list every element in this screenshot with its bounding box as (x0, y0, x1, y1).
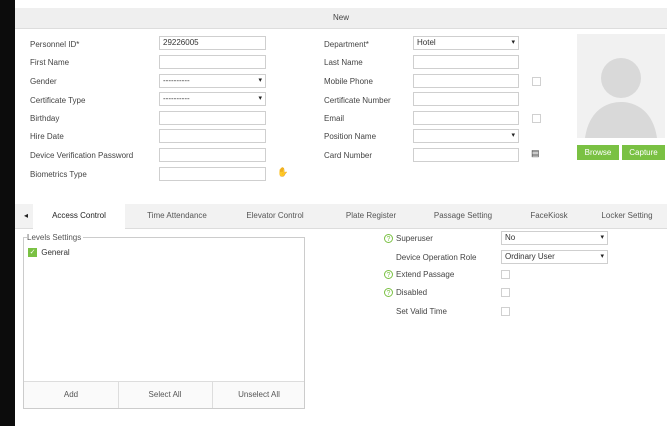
position-name-label: Position Name (324, 132, 377, 141)
tab-bar: ◂ Access Control Time Attendance Elevato… (15, 204, 667, 230)
chevron-down-icon: ▾ (600, 234, 604, 241)
capture-button[interactable]: Capture (622, 145, 665, 160)
levels-footer: Add Select All Unselect All (24, 381, 304, 408)
certificate-type-label: Certificate Type (30, 96, 86, 105)
device-operation-role-select[interactable]: Ordinary User ▾ (501, 250, 608, 264)
superuser-value: No (505, 233, 516, 242)
tab-scroll-left-icon[interactable]: ◂ (19, 204, 33, 228)
levels-settings-title: Levels Settings (27, 233, 84, 242)
position-name-select[interactable]: ▾ (413, 129, 519, 143)
mobile-phone-checkbox[interactable] (532, 77, 541, 86)
unselect-all-button[interactable]: Unselect All (212, 382, 306, 408)
tab-access-control[interactable]: Access Control (33, 204, 125, 230)
superuser-label: Superuser (396, 234, 433, 243)
last-name-input[interactable] (413, 55, 519, 69)
superuser-row-label: ? Superuser (384, 234, 433, 244)
level-item-general[interactable]: ✓ General (28, 248, 70, 258)
certificate-type-select[interactable]: ---------- ▾ (159, 92, 266, 106)
browse-button[interactable]: Browse (577, 145, 619, 160)
device-password-label: Device Verification Password (30, 151, 134, 160)
tab-time-attendance[interactable]: Time Attendance (129, 204, 225, 228)
extend-passage-checkbox[interactable] (501, 270, 510, 279)
disabled-row-label: ? Disabled (384, 288, 428, 298)
email-checkbox[interactable] (532, 114, 541, 123)
certificate-number-input[interactable] (413, 92, 519, 106)
card-number-input[interactable] (413, 148, 519, 162)
chevron-down-icon: ▾ (258, 77, 262, 84)
email-label: Email (324, 114, 345, 123)
levels-settings-panel: Levels Settings ✓ General Add Select All… (23, 233, 305, 409)
device-operation-role-value: Ordinary User (505, 252, 555, 261)
biometrics-type-label: Biometrics Type (30, 170, 87, 179)
hire-date-label: Hire Date (30, 132, 64, 141)
tab-elevator-control[interactable]: Elevator Control (227, 204, 323, 228)
extend-passage-row-label: ? Extend Passage (384, 270, 455, 280)
add-level-button[interactable]: Add (24, 382, 119, 408)
chevron-down-icon: ▾ (511, 132, 515, 139)
chevron-down-icon: ▾ (258, 95, 262, 102)
card-reader-icon[interactable]: ▤ (531, 148, 540, 159)
disabled-checkbox[interactable] (501, 288, 510, 297)
help-icon: ? (384, 234, 393, 244)
tab-passage-setting[interactable]: Passage Setting (415, 204, 511, 228)
select-all-button[interactable]: Select All (118, 382, 213, 408)
gender-label: Gender (30, 77, 57, 86)
personnel-id-label: Personnel ID* (30, 40, 80, 49)
mobile-phone-input[interactable] (413, 74, 519, 88)
chevron-down-icon: ▾ (600, 253, 604, 260)
level-item-label: General (41, 248, 70, 258)
dialog-title: New (15, 8, 667, 29)
card-number-label: Card Number (324, 151, 373, 160)
gender-select[interactable]: ---------- ▾ (159, 74, 266, 88)
photo-placeholder (577, 34, 665, 138)
dialog-window: New Personnel ID* 29226005 First Name Ge… (15, 0, 667, 426)
chevron-down-icon: ▾ (511, 39, 515, 46)
biometrics-type-input[interactable] (159, 167, 266, 181)
gender-value: ---------- (163, 76, 190, 85)
certificate-type-value: ---------- (163, 94, 190, 103)
superuser-select[interactable]: No ▾ (501, 231, 608, 245)
personnel-id-input[interactable]: 29226005 (159, 36, 266, 50)
first-name-label: First Name (30, 58, 70, 67)
tab-locker-setting[interactable]: Locker Setting (587, 204, 667, 228)
extend-passage-label: Extend Passage (396, 270, 455, 279)
department-label: Department* (324, 40, 369, 49)
birthday-label: Birthday (30, 114, 60, 123)
device-password-input[interactable] (159, 148, 266, 162)
set-valid-time-checkbox[interactable] (501, 307, 510, 316)
mobile-phone-label: Mobile Phone (324, 77, 373, 86)
last-name-label: Last Name (324, 58, 363, 67)
disabled-label: Disabled (396, 288, 428, 297)
device-operation-role-label: Device Operation Role (396, 253, 477, 262)
certificate-number-label: Certificate Number (324, 96, 391, 105)
tab-plate-register[interactable]: Plate Register (323, 204, 419, 228)
set-valid-time-label: Set Valid Time (396, 307, 447, 316)
department-value: Hotel (417, 38, 436, 47)
hire-date-input[interactable] (159, 129, 266, 143)
email-input[interactable] (413, 111, 519, 125)
first-name-input[interactable] (159, 55, 266, 69)
birthday-input[interactable] (159, 111, 266, 125)
fingerprint-icon[interactable]: ✋ (277, 167, 288, 178)
tab-facekiosk[interactable]: FaceKiosk (501, 204, 597, 228)
checkbox-checked-icon[interactable]: ✓ (28, 248, 37, 258)
help-icon: ? (384, 270, 393, 280)
help-icon: ? (384, 288, 393, 298)
avatar-icon (577, 34, 665, 138)
department-select[interactable]: Hotel ▾ (413, 36, 519, 50)
